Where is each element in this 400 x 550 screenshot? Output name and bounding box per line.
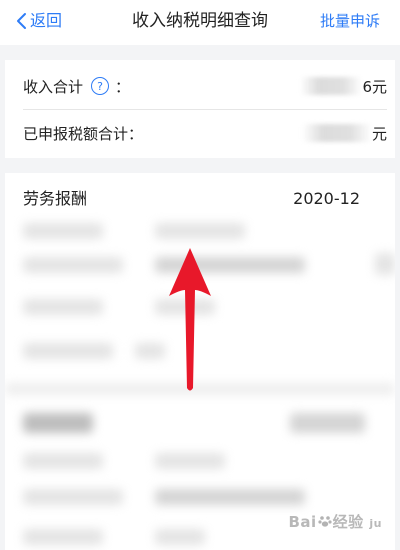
blurred-placeholder <box>23 343 113 359</box>
back-label: 返回 <box>30 11 63 30</box>
declared-tax-label: 已申报税额合计： <box>23 124 144 143</box>
blurred-placeholder <box>375 253 395 275</box>
blurred-placeholder <box>23 257 123 273</box>
back-button[interactable]: 返回 <box>16 11 62 31</box>
blurred-placeholder <box>23 489 123 505</box>
blurred-placeholder <box>23 413 93 433</box>
redacted-mask <box>300 77 363 95</box>
chevron-left-icon <box>17 13 26 29</box>
batch-appeal-button[interactable]: 批量申诉 <box>320 11 380 31</box>
income-total-value: 6元 <box>300 76 387 97</box>
declared-tax-value-text: 元 <box>371 124 387 143</box>
declared-tax-value: 元 <box>301 123 387 144</box>
blurred-placeholder <box>135 343 165 359</box>
blurred-placeholder <box>23 299 103 315</box>
record-type: 劳务报酬 <box>23 189 88 208</box>
record-header: 劳务报酬 2020-12 <box>23 187 360 211</box>
record-period: 2020-12 <box>293 189 360 208</box>
summary-card: 收入合计 ? ： 6元 已申报税额合计： 元 <box>5 60 395 158</box>
paw-icon <box>318 516 332 527</box>
blurred-placeholder <box>155 489 305 505</box>
income-total-label: 收入合计 <box>23 77 84 96</box>
blurred-placeholder <box>155 453 225 469</box>
income-total-colon: ： <box>115 77 131 96</box>
blurred-placeholder <box>290 413 365 433</box>
blurred-placeholder <box>155 223 245 239</box>
baidu-jingyan-watermark: Bai 经验 ju <box>288 513 382 531</box>
redacted-mask <box>301 124 372 142</box>
blurred-placeholder <box>23 223 103 239</box>
blurred-placeholder <box>155 529 205 545</box>
blurred-placeholder <box>23 529 103 545</box>
up-arrow-annotation <box>169 248 211 391</box>
help-icon[interactable]: ? <box>91 77 110 95</box>
declared-tax-row: 已申报税额合计： 元 <box>23 110 387 156</box>
income-total-row: 收入合计 ? ： 6元 <box>23 63 387 110</box>
income-total-value-text: 6元 <box>362 77 387 96</box>
blurred-placeholder <box>23 453 103 469</box>
top-navigation-bar: 返回 收入纳税明细查询 批量申诉 <box>0 0 400 45</box>
